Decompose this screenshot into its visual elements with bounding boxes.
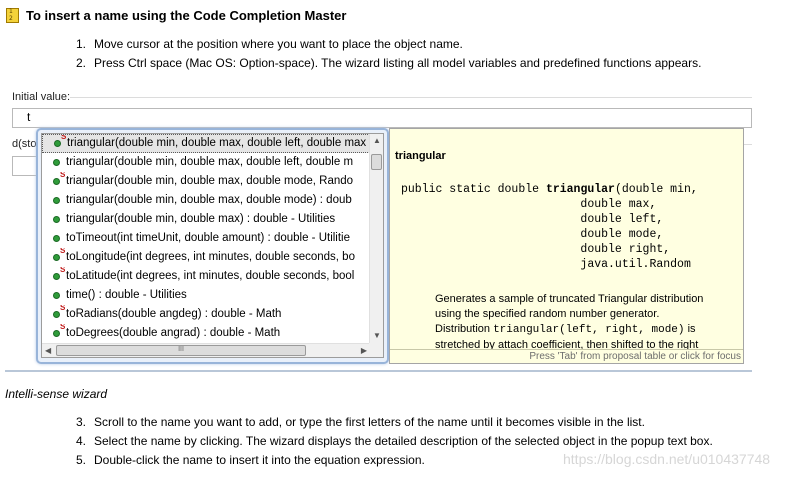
proposal-item[interactable]: triangular(double min, double max) : dou…	[42, 210, 370, 229]
vertical-scrollbar[interactable]: ▲ ▼	[369, 134, 383, 343]
static-marker-icon: S	[60, 324, 66, 331]
watermark: https://blog.csdn.net/u010437748	[563, 451, 771, 467]
method-icon	[53, 292, 60, 299]
static-marker-icon: S	[60, 267, 66, 274]
scroll-left-arrow[interactable]: ◀	[45, 346, 51, 356]
proposal-item[interactable]: StoDegrees(double angrad) : double - Mat…	[42, 324, 370, 343]
second-field-label: d(sto	[12, 138, 37, 150]
proposal-rows: Striangular(double min, double max, doub…	[42, 134, 370, 343]
figure-caption: Intelli-sense wizard	[5, 387, 108, 401]
proposal-text: toLatitude(int degrees, int minutes, dou…	[66, 270, 355, 282]
proposal-text: triangular(double min, double max, doubl…	[66, 194, 352, 206]
proposal-item[interactable]: triangular(double min, double max, doubl…	[42, 153, 370, 172]
proposal-text: toRadians(double angdeg) : double - Math	[66, 308, 282, 320]
code-completion-popup: Striangular(double min, double max, doub…	[36, 128, 389, 364]
proposal-item[interactable]: StoRadians(double angdeg) : double - Mat…	[42, 305, 370, 324]
method-icon	[53, 254, 60, 261]
static-marker-icon: S	[61, 134, 67, 141]
steps-list-top: 1. Move cursor at the position where you …	[76, 35, 701, 73]
scroll-thumb-horizontal[interactable]: III	[56, 345, 306, 356]
proposal-text: toTimeout(int timeUnit, double amount) :…	[66, 232, 351, 244]
focus-hint: Press 'Tab' from proposal table or click…	[390, 349, 743, 363]
method-icon	[53, 311, 60, 318]
method-icon	[53, 273, 60, 280]
label-separator	[70, 97, 752, 98]
proposal-text: toLongitude(int degrees, int minutes, do…	[66, 251, 355, 263]
horizontal-scrollbar[interactable]: ◀ III ▶	[42, 343, 370, 357]
proposal-item[interactable]: time() : double - Utilities	[42, 286, 370, 305]
proposal-text: triangular(double min, double max) : dou…	[66, 213, 336, 225]
proposal-item[interactable]: StoLatitude(int degrees, int minutes, do…	[42, 267, 370, 286]
proposal-item[interactable]: Striangular(double min, double max, doub…	[42, 172, 370, 191]
static-marker-icon: S	[60, 305, 66, 312]
proposal-item[interactable]: toTimeout(int timeUnit, double amount) :…	[42, 229, 370, 248]
method-icon	[53, 178, 60, 185]
heading-title: To insert a name using the Code Completi…	[26, 7, 347, 23]
method-icon	[53, 159, 60, 166]
steps-icon	[6, 7, 19, 23]
method-icon	[54, 140, 61, 147]
proposal-item[interactable]: triangular(double min, double max, doubl…	[42, 191, 370, 210]
method-signature: public static double triangular(double m…	[401, 183, 698, 271]
method-icon	[53, 330, 60, 337]
figure-bottom-rule	[5, 370, 752, 372]
section-heading: To insert a name using the Code Completi…	[6, 6, 346, 24]
proposal-text: triangular(double min, double max, doubl…	[67, 137, 367, 149]
initial-value-label: Initial value:	[12, 91, 71, 103]
javadoc-popup[interactable]: triangular public static double triangul…	[389, 128, 744, 364]
method-description: Generates a sample of truncated Triangul…	[435, 293, 704, 351]
proposal-text: triangular(double min, double max, doubl…	[66, 156, 354, 168]
scroll-thumb[interactable]	[371, 154, 382, 170]
step-item: 2. Press Ctrl space (Mac OS: Option-space…	[76, 56, 702, 70]
scroll-down-arrow[interactable]: ▼	[373, 331, 381, 341]
proposal-text: triangular(double min, double max, doubl…	[66, 175, 354, 187]
detail-title: triangular	[395, 150, 446, 162]
method-icon	[53, 197, 60, 204]
scroll-up-arrow[interactable]: ▲	[373, 136, 381, 146]
method-icon	[53, 216, 60, 223]
proposal-text: toDegrees(double angrad) : double - Math	[66, 327, 281, 339]
proposal-item[interactable]: StoLongitude(int degrees, int minutes, d…	[42, 248, 370, 267]
step-item: 3. Scroll to the name you want to add, or…	[76, 415, 645, 429]
step-item: 4. Select the name by clicking. The wizar…	[76, 434, 713, 448]
step-item: 1. Move cursor at the position where you …	[76, 37, 463, 51]
static-marker-icon: S	[60, 172, 66, 179]
scroll-right-arrow[interactable]: ▶	[361, 346, 367, 356]
initial-value-field[interactable]: t	[12, 108, 752, 128]
static-marker-icon: S	[60, 248, 66, 255]
method-icon	[53, 235, 60, 242]
proposal-list[interactable]: Striangular(double min, double max, doub…	[41, 133, 384, 358]
proposal-item[interactable]: Striangular(double min, double max, doub…	[42, 134, 370, 153]
resize-grip[interactable]	[369, 343, 383, 357]
proposal-text: time() : double - Utilities	[66, 289, 187, 301]
